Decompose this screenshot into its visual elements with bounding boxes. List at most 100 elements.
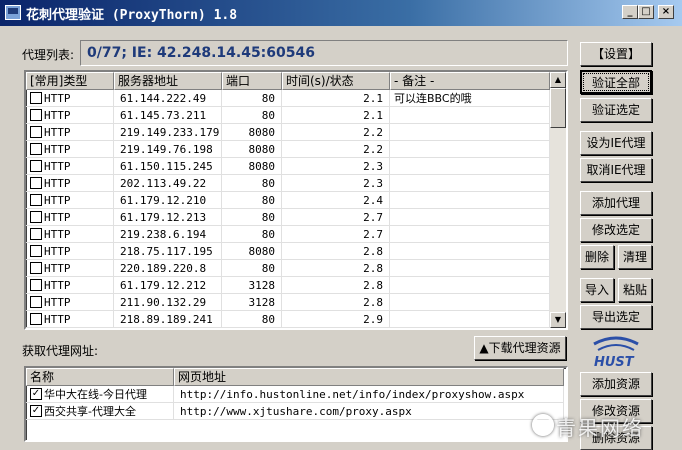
verify-selected-button[interactable]: 验证选定: [580, 98, 652, 122]
app-icon: [5, 5, 21, 20]
source-url: http://info.hustonline.net/info/index/pr…: [174, 386, 564, 403]
cell-note: 可以连BBC的哦: [390, 90, 550, 107]
proxy-table-scrollbar[interactable]: ▲ ▼: [550, 72, 566, 328]
proxy-table-row[interactable]: HTTP 61.179.12.210 80 2.4: [26, 192, 550, 209]
proxy-table-row[interactable]: HTTP 219.149.233.179 8080 2.2: [26, 124, 550, 141]
cell-note: [390, 209, 550, 226]
column-header-name[interactable]: 名称: [26, 368, 174, 386]
scroll-up-icon[interactable]: ▲: [550, 72, 566, 88]
cell-time: 2.8: [282, 243, 390, 260]
cell-note: [390, 226, 550, 243]
cell-port: 8080: [222, 141, 282, 158]
cell-type: HTTP: [26, 294, 114, 311]
cell-note: [390, 243, 550, 260]
proxy-table-row[interactable]: HTTP 218.89.189.241 80 2.9: [26, 311, 550, 328]
proxy-table[interactable]: [常用]类型 服务器地址 端口 时间(s)/状态 - 备注 - HTTP 61.1…: [24, 70, 568, 330]
proxy-table-row[interactable]: HTTP 219.238.6.194 80 2.7: [26, 226, 550, 243]
proxy-table-row[interactable]: HTTP 61.144.222.49 80 2.1 可以连BBC的哦: [26, 90, 550, 107]
cell-time: 2.7: [282, 209, 390, 226]
column-header-note[interactable]: - 备注 -: [390, 72, 550, 90]
proxy-table-row[interactable]: HTTP 211.90.132.29 3128 2.8: [26, 294, 550, 311]
fetch-url-label: 获取代理网址:: [22, 344, 99, 358]
proxy-table-row[interactable]: HTTP 218.75.117.195 8080 2.8: [26, 243, 550, 260]
cell-address: 61.150.115.245: [114, 158, 222, 175]
cell-address: 61.179.12.210: [114, 192, 222, 209]
column-header-address[interactable]: 服务器地址: [114, 72, 222, 90]
cell-address: 218.75.117.195: [114, 243, 222, 260]
proxy-table-header: [常用]类型 服务器地址 端口 时间(s)/状态 - 备注 -: [26, 72, 554, 90]
cell-address: 61.179.12.212: [114, 277, 222, 294]
export-selected-button[interactable]: 导出选定: [580, 305, 652, 329]
proxy-table-row[interactable]: HTTP 61.179.12.212 3128 2.8: [26, 277, 550, 294]
proxy-table-row[interactable]: HTTP 219.149.76.198 8080 2.2: [26, 141, 550, 158]
cell-address: 220.189.220.8: [114, 260, 222, 277]
proxy-table-row[interactable]: HTTP 61.179.12.213 80 2.7: [26, 209, 550, 226]
cell-note: [390, 294, 550, 311]
column-header-port[interactable]: 端口: [222, 72, 282, 90]
cell-time: 2.1: [282, 90, 390, 107]
cell-time: 2.7: [282, 226, 390, 243]
cell-address: 219.149.76.198: [114, 141, 222, 158]
cell-port: 3128: [222, 277, 282, 294]
minimize-button[interactable]: _: [622, 5, 638, 19]
delete-button[interactable]: 删除: [580, 245, 614, 269]
edit-selected-button[interactable]: 修改选定: [580, 218, 652, 242]
cell-note: [390, 192, 550, 209]
clean-button[interactable]: 清理: [618, 245, 652, 269]
watermark-icon: [532, 414, 554, 436]
download-proxy-button[interactable]: ▲下载代理资源: [474, 336, 566, 360]
proxy-table-row[interactable]: HTTP 220.189.220.8 80 2.8: [26, 260, 550, 277]
column-header-url[interactable]: 网页地址: [174, 368, 564, 386]
source-url: http://www.xjtushare.com/proxy.aspx: [174, 403, 564, 420]
title-bar[interactable]: 花刺代理验证 (ProxyThorn) 1.8 _ □ ×: [0, 0, 682, 26]
cell-type: HTTP: [26, 158, 114, 175]
add-proxy-button[interactable]: 添加代理: [580, 191, 652, 215]
cell-time: 2.3: [282, 158, 390, 175]
column-header-type[interactable]: [常用]类型: [26, 72, 114, 90]
cell-address: 61.179.12.213: [114, 209, 222, 226]
cell-time: 2.9: [282, 311, 390, 328]
cell-type: HTTP: [26, 260, 114, 277]
cell-note: [390, 311, 550, 328]
logo-text: HUST: [594, 355, 635, 370]
source-table-row[interactable]: 华中大在线-今日代理http://info.hustonline.net/inf…: [26, 386, 564, 403]
cell-time: 2.2: [282, 124, 390, 141]
source-table-row[interactable]: 西交共享-代理大全http://www.xjtushare.com/proxy.…: [26, 403, 564, 420]
proxy-table-row[interactable]: HTTP 61.150.115.245 8080 2.3: [26, 158, 550, 175]
cell-type: HTTP: [26, 90, 114, 107]
source-table[interactable]: 名称 网页地址 华中大在线-今日代理http://info.hustonline…: [24, 366, 568, 442]
cell-address: 218.89.189.241: [114, 311, 222, 328]
cell-port: 80: [222, 90, 282, 107]
cell-time: 2.4: [282, 192, 390, 209]
proxy-table-row[interactable]: HTTP 61.145.73.211 80 2.1: [26, 107, 550, 124]
cell-note: [390, 124, 550, 141]
column-header-time[interactable]: 时间(s)/状态: [282, 72, 390, 90]
cancel-ie-proxy-button[interactable]: 取消IE代理: [580, 158, 652, 182]
window-title: 花刺代理验证 (ProxyThorn) 1.8: [26, 8, 238, 23]
close-button[interactable]: ×: [658, 5, 674, 19]
maximize-button[interactable]: □: [638, 5, 654, 19]
settings-button[interactable]: 【设置】: [580, 42, 652, 66]
cell-port: 80: [222, 107, 282, 124]
add-source-button[interactable]: 添加资源: [580, 372, 652, 396]
cell-address: 219.149.233.179: [114, 124, 222, 141]
cell-time: 2.8: [282, 294, 390, 311]
watermark-text: 青果网络: [556, 416, 644, 440]
verify-all-button[interactable]: 验证全部: [580, 70, 652, 94]
set-ie-proxy-button[interactable]: 设为IE代理: [580, 131, 652, 155]
cell-port: 80: [222, 226, 282, 243]
paste-button[interactable]: 粘贴: [618, 278, 652, 302]
hust-logo: HUST: [593, 336, 639, 370]
import-button[interactable]: 导入: [580, 278, 614, 302]
scroll-down-icon[interactable]: ▼: [550, 312, 566, 328]
proxy-table-row[interactable]: HTTP 202.113.49.22 80 2.3: [26, 175, 550, 192]
watermark: 青果网络: [532, 412, 682, 442]
cell-note: [390, 277, 550, 294]
source-name: 西交共享-代理大全: [26, 403, 174, 420]
cell-port: 3128: [222, 294, 282, 311]
cell-time: 2.1: [282, 107, 390, 124]
scroll-thumb[interactable]: [550, 88, 566, 128]
source-name: 华中大在线-今日代理: [26, 386, 174, 403]
cell-type: HTTP: [26, 141, 114, 158]
cell-type: HTTP: [26, 226, 114, 243]
